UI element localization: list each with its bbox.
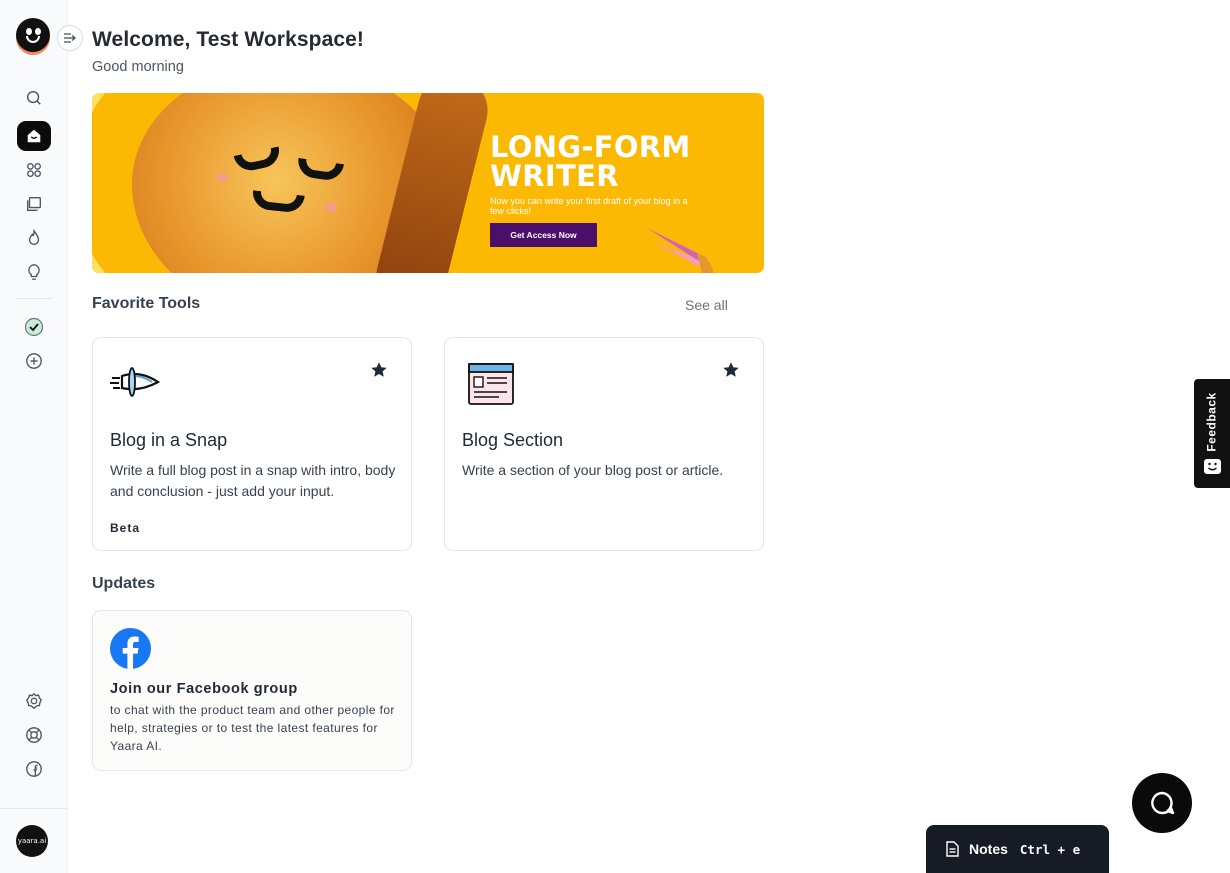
favorite-star-icon[interactable] <box>369 360 389 380</box>
tool-card[interactable]: Blog in a Snap Write a full blog post in… <box>92 337 412 551</box>
update-heading: Join our Facebook group <box>110 681 298 697</box>
sidebar-divider <box>16 298 52 299</box>
avatar[interactable]: yaara.ai <box>16 825 48 857</box>
tool-card[interactable]: Blog Section Write a section of your blo… <box>444 337 764 551</box>
greeting-text: Good morning <box>92 59 184 75</box>
tool-description: Write a full blog post in a snap with in… <box>110 462 396 499</box>
chat-bubble-icon <box>1151 791 1175 815</box>
banner-title-line2: WRITER <box>490 159 619 193</box>
banner-cheek <box>216 173 228 182</box>
feedback-label: Feedback <box>1197 387 1227 457</box>
logo-eye-right <box>35 28 41 35</box>
paper-plane-icon <box>110 367 160 397</box>
tool-name: Blog Section <box>462 430 564 450</box>
update-card[interactable]: Join our Facebook group to chat with the… <box>92 610 412 771</box>
facebook-icon[interactable] <box>17 755 51 783</box>
settings-icon[interactable] <box>17 687 51 715</box>
apps-grid-icon[interactable] <box>17 156 51 184</box>
note-icon <box>946 841 959 857</box>
search-icon[interactable] <box>17 84 51 112</box>
flame-icon[interactable] <box>17 224 51 252</box>
chat-launcher-button[interactable] <box>1132 773 1192 833</box>
expand-icon <box>64 33 77 43</box>
logo-eye-left <box>26 28 32 35</box>
banner-cheek <box>325 203 337 212</box>
web-page-icon <box>468 363 514 405</box>
sparkle-icon <box>647 228 714 273</box>
notes-shortcut: Ctrl + e <box>1019 841 1081 857</box>
favorite-tools-heading: Favorite Tools <box>92 295 201 312</box>
lightbulb-icon[interactable] <box>17 258 51 286</box>
page-title: Welcome, Test Workspace! <box>92 28 364 51</box>
beta-badge: Beta <box>110 521 141 535</box>
see-all-link[interactable]: See all <box>685 297 728 313</box>
promo-banner[interactable]: LONG-FORM WRITER Now you can write your … <box>92 93 764 273</box>
add-circle-icon[interactable] <box>17 347 51 375</box>
home-icon[interactable] <box>17 121 51 151</box>
updates-heading: Updates <box>92 575 156 592</box>
get-access-button[interactable]: Get Access Now <box>490 223 597 247</box>
notes-bar[interactable]: Notes Ctrl + e <box>926 825 1109 873</box>
documents-icon[interactable] <box>17 190 51 218</box>
feedback-tab[interactable]: Feedback <box>1194 379 1230 488</box>
banner-title: LONG-FORM WRITER <box>490 133 691 191</box>
tool-description: Write a section of your blog post or art… <box>462 462 724 478</box>
support-lifebuoy-icon[interactable] <box>17 721 51 749</box>
sidebar-toggle-button[interactable] <box>57 25 83 51</box>
sidebar: yaara.ai <box>0 0 68 873</box>
banner-subtitle: Now you can write your first draft of yo… <box>490 196 688 216</box>
facebook-icon <box>110 628 151 669</box>
notes-label: Notes <box>969 841 1008 857</box>
banner-title-line1: LONG-FORM <box>490 130 691 164</box>
feedback-text: Feedback <box>1205 392 1220 452</box>
sidebar-bottom-divider <box>0 808 68 809</box>
logo-smile <box>26 36 40 43</box>
check-circle-icon[interactable] <box>17 313 51 341</box>
smiley-icon <box>1204 459 1221 474</box>
app-logo[interactable] <box>16 18 50 52</box>
favorite-star-icon[interactable] <box>721 360 741 380</box>
update-body: to chat with the product team and other … <box>110 703 395 753</box>
tool-name: Blog in a Snap <box>110 430 228 450</box>
